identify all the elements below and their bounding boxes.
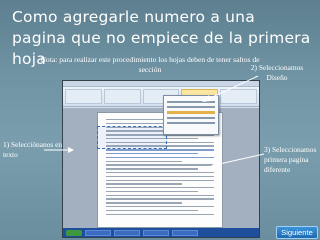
ribbon-group: [65, 89, 102, 104]
callout-step-3: 3) Seleccionamos primera pagina diferent…: [264, 145, 317, 174]
arrow-icon: [202, 75, 259, 102]
slide-note: Nota: para realizar este procedimiento l…: [40, 55, 260, 74]
arrow-icon: [44, 147, 74, 153]
arrow-icon: [211, 153, 265, 167]
taskbar: [63, 228, 259, 237]
ribbon-group: [103, 89, 141, 104]
next-button[interactable]: Siguiente: [276, 226, 318, 239]
start-button: [66, 229, 82, 236]
selected-text-region: [97, 126, 167, 149]
